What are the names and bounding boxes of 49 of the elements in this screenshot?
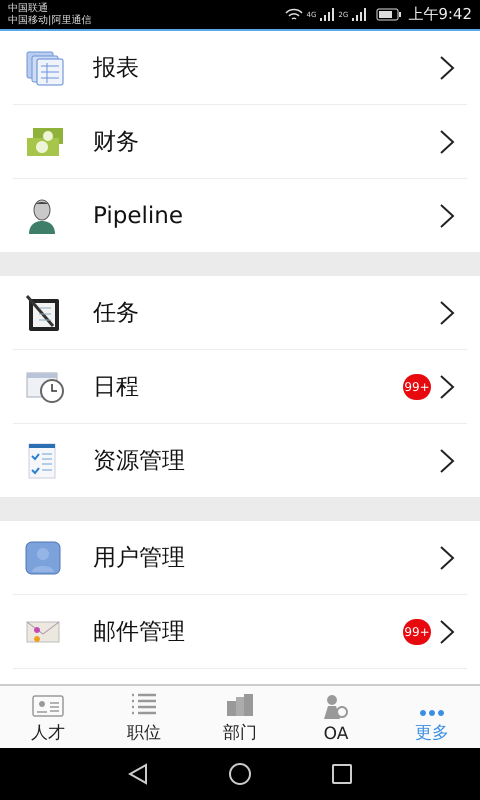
chevron-icon [439, 544, 455, 570]
buildings-icon [226, 693, 254, 717]
stacked-documents-icon [25, 50, 65, 86]
menu-row[interactable]: 财务 [13, 105, 467, 179]
chevron-icon [439, 300, 455, 326]
count-badge: 99+ [403, 374, 431, 400]
tab[interactable]: 人才 [0, 686, 96, 748]
signal-icon [320, 8, 334, 21]
menu-label: Pipeline [93, 202, 184, 228]
tab[interactable]: 职位 [96, 686, 192, 748]
person-gear-icon [322, 694, 350, 720]
battery-icon [376, 8, 402, 21]
user-avatar-icon [25, 540, 61, 574]
menu-label: 报表 [93, 54, 140, 83]
recents-icon[interactable] [332, 764, 352, 784]
chevron-icon [439, 54, 455, 80]
banknotes-icon [25, 126, 65, 158]
menu-label: 财务 [93, 128, 140, 157]
more-icon [419, 709, 445, 717]
calendar-clock-icon [25, 370, 65, 404]
tab[interactable]: 部门 [192, 686, 288, 748]
carrier-name: 中国移动|阿里通信 [8, 14, 92, 26]
chevron-icon [439, 128, 455, 154]
back-icon[interactable] [128, 763, 148, 785]
menu-row[interactable]: 邮件管理 99+ [13, 595, 467, 669]
signal-icon [352, 8, 366, 21]
home-icon[interactable] [228, 762, 252, 786]
list-icon [130, 693, 158, 717]
menu-label: 邮件管理 [93, 618, 186, 647]
chevron-icon [439, 618, 455, 644]
chevron-icon [439, 374, 455, 400]
id-card-icon [32, 695, 64, 717]
count-badge: 99+ [403, 618, 431, 644]
menu-label: 日程 [93, 373, 140, 402]
chevron-icon [439, 448, 455, 474]
menu-label: 任务 [93, 299, 140, 328]
chevron-icon [439, 202, 455, 228]
tab[interactable]: OA [288, 686, 384, 748]
clock-time: 上午9:42 [408, 5, 472, 24]
menu-row[interactable]: Pipeline [13, 179, 467, 252]
menu-label: 资源管理 [93, 447, 186, 476]
wifi-icon [284, 8, 303, 22]
menu-row[interactable]: 日程 99+ [13, 350, 467, 424]
menu-label: 用户管理 [93, 544, 186, 573]
menu-row[interactable]: 任务 [13, 276, 467, 350]
menu-row[interactable]: 报表 [13, 31, 467, 105]
menu-row[interactable]: 用户管理 [13, 521, 467, 595]
carrier-name: 中国联通 [8, 2, 49, 14]
menu-row[interactable]: 资源管理 [13, 424, 467, 497]
